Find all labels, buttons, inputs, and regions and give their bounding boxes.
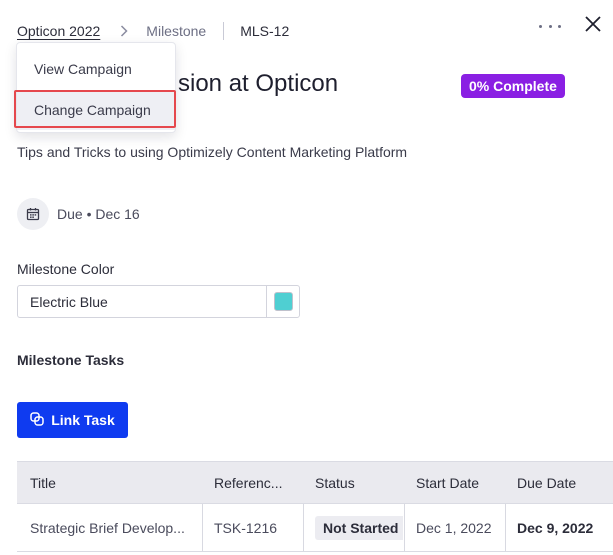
breadcrumb-milestone-id: MLS-12 — [240, 23, 290, 39]
progress-badge: 0% Complete — [461, 74, 565, 98]
column-separator — [303, 504, 304, 551]
column-header-title[interactable]: Title — [30, 462, 205, 503]
calendar-icon — [17, 198, 49, 230]
breadcrumb-section: Milestone — [146, 23, 207, 39]
breadcrumb-campaign-link[interactable]: Opticon 2022 — [17, 23, 100, 39]
color-swatch-button[interactable] — [266, 286, 299, 317]
link-task-label: Link Task — [51, 412, 115, 428]
table-header-row: Title Referenc... Status Start Date Due … — [17, 461, 613, 504]
task-status-cell: Not Started — [315, 504, 403, 551]
task-reference: TSK-1216 — [214, 519, 278, 536]
table-row[interactable]: Strategic Brief Develop... TSK-1216 Not … — [17, 504, 613, 552]
milestone-color-field — [17, 285, 300, 318]
link-task-button[interactable]: Link Task — [17, 402, 128, 438]
column-header-status[interactable]: Status — [315, 462, 405, 503]
close-icon[interactable] — [583, 14, 603, 34]
more-icon[interactable] — [539, 18, 561, 34]
column-separator — [404, 504, 405, 551]
status-badge: Not Started — [315, 515, 403, 540]
milestone-tasks-heading: Milestone Tasks — [17, 352, 125, 368]
milestone-color-input[interactable] — [18, 286, 266, 317]
due-date-label[interactable]: Due • Dec 16 — [57, 206, 140, 222]
task-due-date: Dec 9, 2022 — [517, 519, 594, 536]
color-swatch — [273, 292, 293, 311]
breadcrumb: Opticon 2022 Milestone MLS-12 — [17, 20, 289, 42]
column-header-due-date[interactable]: Due Date — [517, 462, 613, 503]
chevron-right-icon — [120, 25, 128, 37]
column-header-reference[interactable]: Referenc... — [214, 462, 294, 503]
menu-item-change-campaign[interactable]: Change Campaign — [17, 90, 175, 130]
tasks-table: Title Referenc... Status Start Date Due … — [17, 461, 613, 555]
breadcrumb-divider — [223, 22, 225, 40]
page-title-text: sion at Opticon — [178, 70, 339, 97]
task-start-date: Dec 1, 2022 — [416, 519, 492, 536]
link-icon — [30, 411, 44, 429]
milestone-description: Tips and Tricks to using Optimizely Cont… — [17, 144, 408, 160]
task-title[interactable]: Strategic Brief Develop... — [30, 504, 205, 551]
campaign-dropdown-menu: View Campaign Change Campaign — [16, 42, 176, 133]
menu-item-view-campaign[interactable]: View Campaign — [17, 49, 175, 89]
column-header-start-date[interactable]: Start Date — [416, 462, 506, 503]
milestone-color-label: Milestone Color — [17, 261, 115, 277]
